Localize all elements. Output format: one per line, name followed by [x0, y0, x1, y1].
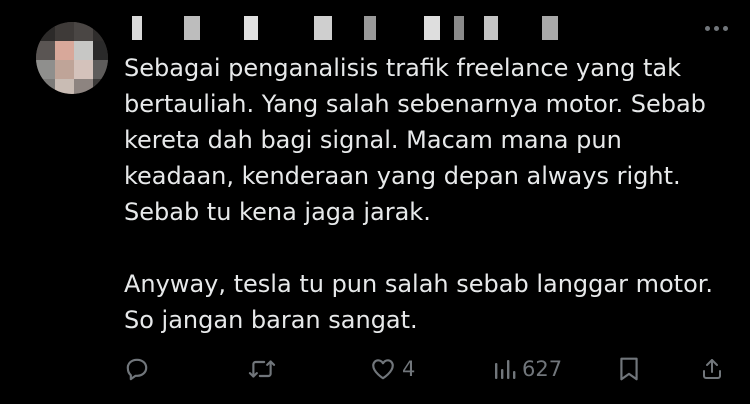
post-text: Sebagai penganalisis trafik freelance ya… [124, 50, 729, 338]
more-dot [713, 25, 719, 31]
like-button[interactable]: 4 [370, 352, 415, 386]
avatar[interactable] [36, 22, 108, 94]
author-name-redacted[interactable] [124, 0, 684, 40]
reply-icon [124, 356, 150, 382]
more-dot [704, 25, 710, 31]
share-icon [700, 356, 724, 382]
post-text-paragraph: Anyway, tesla tu pun salah sebab langgar… [124, 270, 714, 334]
post-text-paragraph: Sebagai penganalisis trafik freelance ya… [124, 54, 706, 226]
post: Sebagai penganalisis trafik freelance ya… [0, 0, 750, 404]
share-button[interactable] [700, 352, 724, 386]
more-options-button[interactable] [698, 14, 734, 42]
views-icon [494, 356, 516, 382]
repost-button[interactable] [248, 352, 276, 386]
action-bar: 4 627 [124, 352, 730, 386]
bookmark-button[interactable] [618, 352, 640, 386]
like-count: 4 [402, 357, 416, 381]
more-dot [722, 25, 728, 31]
repost-icon [248, 356, 276, 382]
views-count: 627 [522, 357, 563, 381]
reply-button[interactable] [124, 352, 150, 386]
like-icon [370, 356, 396, 382]
views-button[interactable]: 627 [494, 352, 562, 386]
bookmark-icon [618, 356, 640, 382]
